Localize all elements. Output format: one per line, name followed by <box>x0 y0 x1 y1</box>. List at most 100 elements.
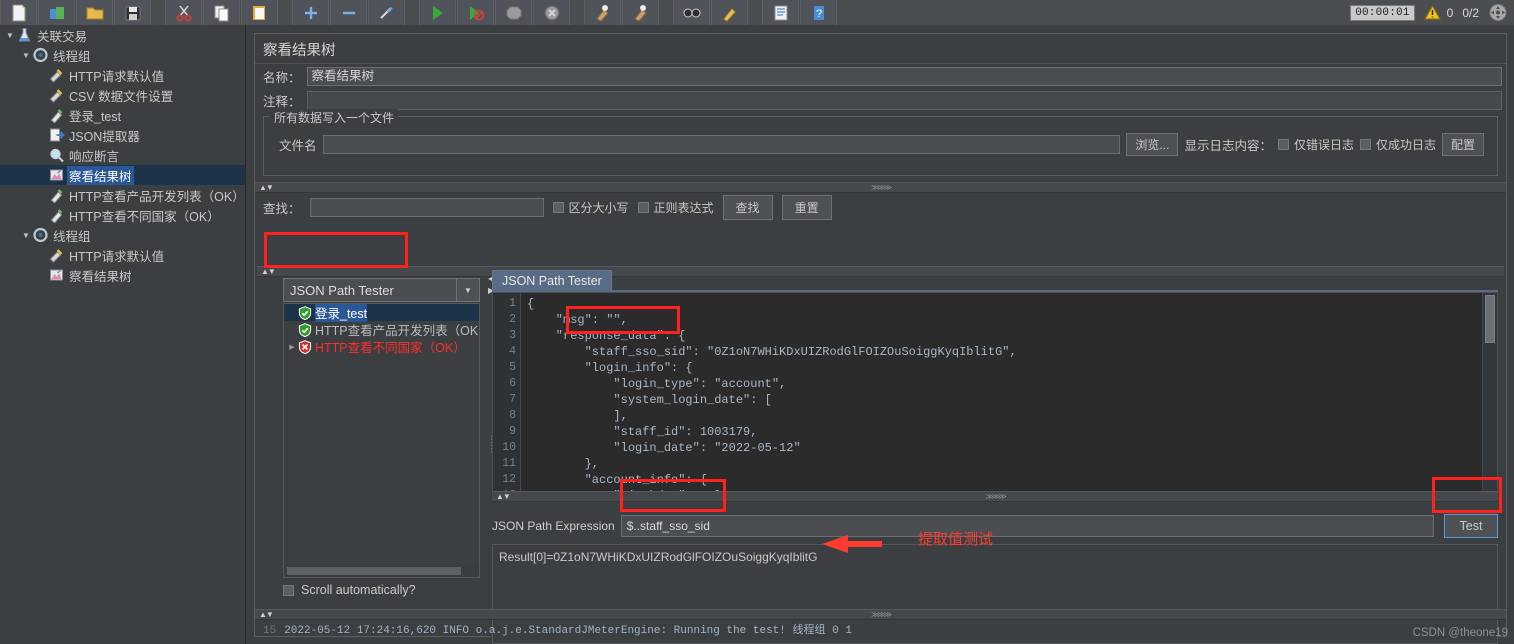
templates-button[interactable] <box>38 0 75 25</box>
renderer-select-value: JSON Path Tester <box>290 282 394 298</box>
tree-node-5[interactable]: JSON提取器 <box>0 125 245 145</box>
tree-node-2[interactable]: HTTP请求默认值 <box>0 65 245 85</box>
match-case-checkbox[interactable]: 区分大小写 <box>552 199 629 216</box>
json-path-expression-label: JSON Path Expression <box>492 519 615 533</box>
editor-splitter[interactable]: ▲▼ ≫≫≫ <box>492 491 1498 502</box>
scrollbar-thumb[interactable] <box>287 567 461 575</box>
result-toggle-icon[interactable]: ▶ <box>286 343 298 351</box>
name-input[interactable]: 察看结果树 <box>306 66 1502 86</box>
sample-result-node-2[interactable]: ▶ HTTP查看不同国家（OK） <box>284 338 479 355</box>
config-icon <box>49 89 63 103</box>
bottom-splitter-arrows-icon[interactable]: ▲▼ <box>255 610 274 619</box>
clear-icon <box>595 4 609 22</box>
json-path-expression-input[interactable]: $..staff_sso_sid <box>620 515 1434 537</box>
splitter-arrows-icon[interactable]: ▲▼ <box>255 183 274 192</box>
bottom-splitter[interactable]: ▲▼ ≫≫≫ <box>255 609 1506 620</box>
renderer-select[interactable]: JSON Path Tester ▼ <box>283 278 480 302</box>
result-tree-horizontal-scrollbar[interactable] <box>285 566 479 576</box>
help-icon: ? <box>813 5 824 20</box>
search-button[interactable] <box>673 0 710 25</box>
search-action-button[interactable]: 查找 <box>722 195 773 221</box>
tree-node-6[interactable]: 响应断言 <box>0 145 245 165</box>
json-code-view[interactable]: 12345678910111213 { "msg": "", "response… <box>492 292 1498 492</box>
toolbar-status-area: 00:00:01 0 0/2 <box>1350 3 1514 22</box>
tree-node-11[interactable]: HTTP请求默认值 <box>0 245 245 265</box>
code-scrollbar-thumb[interactable] <box>1485 295 1495 343</box>
line-number: 7 <box>509 393 516 406</box>
editor-splitter-arrows-icon[interactable]: ▲▼ <box>492 492 511 501</box>
tree-node-12[interactable]: 察看结果树 <box>0 265 245 285</box>
new-button[interactable] <box>0 0 37 25</box>
tree-node-7[interactable]: 察看结果树 <box>0 165 245 185</box>
function-helper-button[interactable] <box>762 0 799 25</box>
clear-all-button[interactable] <box>622 0 659 25</box>
sample-result-node-1[interactable]: HTTP查看产品开发列表（OK <box>284 321 479 338</box>
tree-node-label: 线程组 <box>53 49 91 64</box>
filename-input[interactable] <box>322 134 1121 154</box>
tree-node-0[interactable]: ▼ 关联交易 <box>0 25 245 45</box>
comment-input[interactable] <box>306 90 1502 110</box>
active-thread-count: 0/2 <box>1462 5 1479 20</box>
test-button[interactable]: Test <box>1444 514 1498 538</box>
thread-indicator-icon <box>1489 4 1507 21</box>
sample-result-tree[interactable]: 登录_test HTTP查看产品开发列表（OK ▶ HTTP查看不同国家（OK） <box>283 303 480 578</box>
code-line: "login_date": "2022-05-12" <box>527 441 801 455</box>
toolbar-separator-6 <box>749 0 762 25</box>
reset-search-button[interactable] <box>711 0 748 25</box>
code-vertical-scrollbar[interactable] <box>1482 293 1497 491</box>
cut-button[interactable] <box>165 0 202 25</box>
start-button[interactable] <box>419 0 456 25</box>
open-button[interactable] <box>76 0 113 25</box>
regexp-checkbox[interactable]: 正则表达式 <box>637 199 714 216</box>
help-button[interactable]: ? <box>800 0 837 25</box>
results-left-column: ▲▼ JSON Path Tester ▼ 登录_test HTTP查看产品开发列… <box>257 266 1504 602</box>
new-icon <box>12 4 25 21</box>
start-no-pauses-button[interactable] <box>457 0 494 25</box>
save-button[interactable] <box>114 0 151 25</box>
code-line: "response_data": { <box>527 329 686 343</box>
upper-splitter[interactable]: ▲▼ ≫≫≫ <box>255 181 1506 193</box>
tree-node-3[interactable]: CSV 数据文件设置 <box>0 85 245 105</box>
tree-node-10[interactable]: ▼ 线程组 <box>0 225 245 245</box>
line-number: 8 <box>509 409 516 422</box>
expand-button[interactable] <box>292 0 329 25</box>
warning-indicator[interactable]: 0 <box>1423 5 1453 20</box>
tree-node-1[interactable]: ▼ 线程组 <box>0 45 245 65</box>
tree-toggle-icon[interactable]: ▼ <box>20 51 32 60</box>
search-input[interactable] <box>309 198 544 218</box>
tree-node-4[interactable]: 登录_test <box>0 105 245 125</box>
chevron-down-icon[interactable]: ▼ <box>456 279 479 301</box>
watermark: CSDN @theone19 <box>1412 627 1508 639</box>
search-label: 查找： <box>263 202 301 217</box>
json-path-expression-row: JSON Path Expression $..staff_sso_sid Te… <box>492 510 1498 542</box>
tab-json-path-tester[interactable]: JSON Path Tester <box>492 270 612 290</box>
tree-toggle-icon[interactable]: ▼ <box>4 31 16 40</box>
json-code-text[interactable]: { "msg": "", "response_data": { "staff_s… <box>521 293 1482 491</box>
clear-all-icon <box>633 4 647 22</box>
toolbar-separator-5 <box>660 0 673 25</box>
log-display-label: 显示日志内容： <box>1184 138 1272 153</box>
configure-button[interactable]: 配置 <box>1441 132 1484 156</box>
write-all-data-legend: 所有数据写入一个文件 <box>270 109 399 126</box>
errors-only-checkbox[interactable]: 仅错误日志 <box>1277 136 1354 153</box>
scroll-automatically-checkbox[interactable]: Scroll automatically? <box>283 583 416 597</box>
collapse-button[interactable] <box>330 0 367 25</box>
tree-toggle-icon[interactable]: ▼ <box>20 231 32 240</box>
copy-button[interactable] <box>203 0 240 25</box>
toggle-button[interactable] <box>368 0 405 25</box>
test-plan-tree[interactable]: ▼ 关联交易 ▼ 线程组 HTTP请求默认值 CSV 数据文件设置 登录_test JSON提… <box>0 25 246 644</box>
shutdown-button[interactable] <box>533 0 570 25</box>
stop-button[interactable] <box>495 0 532 25</box>
paste-button[interactable] <box>241 0 278 25</box>
browse-button[interactable]: 浏览... <box>1126 132 1179 156</box>
tree-node-8[interactable]: HTTP查看产品开发列表（OK） <box>0 185 245 205</box>
clear-button[interactable] <box>584 0 621 25</box>
tree-node-label: HTTP查看产品开发列表（OK） <box>69 189 245 204</box>
success-only-checkbox[interactable]: 仅成功日志 <box>1359 136 1436 153</box>
reset-button[interactable]: 重置 <box>781 195 832 221</box>
mid-splitter-arrows-icon[interactable]: ▲▼ <box>257 267 276 276</box>
tree-node-9[interactable]: HTTP查看不同国家（OK） <box>0 205 245 225</box>
errors-only-box-icon <box>1277 138 1289 150</box>
sample-result-node-0[interactable]: 登录_test <box>284 304 479 322</box>
line-number-gutter: 12345678910111213 <box>493 293 521 491</box>
